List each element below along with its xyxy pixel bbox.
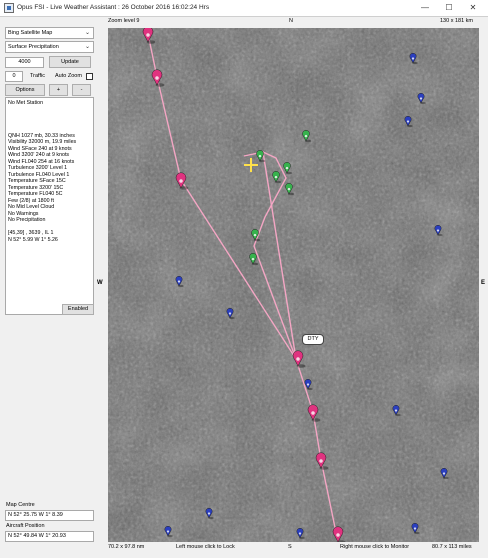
map-type-value: Bing Satellite Map <box>8 30 53 36</box>
map-centre-field[interactable]: N 52° 25.75 W 1° 8.39 <box>5 510 94 521</box>
traffic-count-input[interactable]: 0 <box>5 71 23 82</box>
chevron-down-icon: ⌄ <box>84 30 91 36</box>
layer-select[interactable]: Surface Precipitation ⌄ <box>5 41 94 53</box>
minimize-button[interactable]: — <box>416 0 434 16</box>
chevron-down-icon: ⌄ <box>84 44 91 50</box>
title-bar: Opus FSI - Live Weather Assistant : 26 O… <box>0 0 488 17</box>
map-type-select[interactable]: Bing Satellite Map ⌄ <box>5 27 94 39</box>
aircraft-position-label: Aircraft Position <box>6 523 45 529</box>
zoom-level-label: Zoom level 9 <box>108 18 140 24</box>
map-canvas[interactable] <box>108 28 479 542</box>
map-size-label: 130 x 181 km <box>440 18 474 24</box>
auto-zoom-label: Auto Zoom <box>55 73 82 79</box>
info-line: N 52° 5.99 W 1° 5.26 <box>8 236 58 243</box>
north-label: N <box>289 18 293 24</box>
window-title: Opus FSI - Live Weather Assistant : 26 O… <box>17 4 210 11</box>
scale-miles-label: 80.7 x 113 miles <box>432 544 472 550</box>
south-label: S <box>288 544 292 550</box>
layer-value: Surface Precipitation <box>8 44 59 50</box>
maximize-button[interactable]: ☐ <box>440 0 458 16</box>
scale-nm-label: 70.2 x 97.8 nm <box>108 544 145 550</box>
weather-info-panel: No Met Station QNH 1027 mb, 30.33 inches… <box>5 97 94 315</box>
map-frame: Zoom level 9 N 130 x 181 km W E DTY 70.2… <box>97 17 488 558</box>
zoom-in-button[interactable]: + <box>49 84 68 96</box>
aircraft-icon <box>244 158 258 172</box>
right-click-hint: Right mouse click to Monitor <box>340 544 410 550</box>
update-button[interactable]: Update <box>49 56 91 68</box>
traffic-label: Traffic <box>30 73 45 79</box>
altitude-input[interactable]: 4000 <box>5 57 44 68</box>
map-centre-label: Map Centre <box>6 502 35 508</box>
satellite-map[interactable]: DTY <box>108 28 479 542</box>
control-panel: Bing Satellite Map ⌄ Surface Precipitati… <box>0 17 104 558</box>
close-button[interactable]: ✕ <box>464 0 482 16</box>
east-label: E <box>481 280 486 286</box>
left-click-hint: Left mouse click to Lock <box>176 544 235 550</box>
auto-zoom-checkbox[interactable] <box>86 73 93 80</box>
aircraft-position-field[interactable]: N 52° 49.84 W 1° 20.93 <box>5 531 94 542</box>
enabled-button[interactable]: Enabled <box>62 304 94 315</box>
app-icon <box>4 3 14 13</box>
waypoint-tag-dty[interactable]: DTY <box>302 334 324 345</box>
zoom-out-button[interactable]: - <box>72 84 91 96</box>
west-label: W <box>97 280 103 286</box>
options-button[interactable]: Options <box>5 84 45 96</box>
